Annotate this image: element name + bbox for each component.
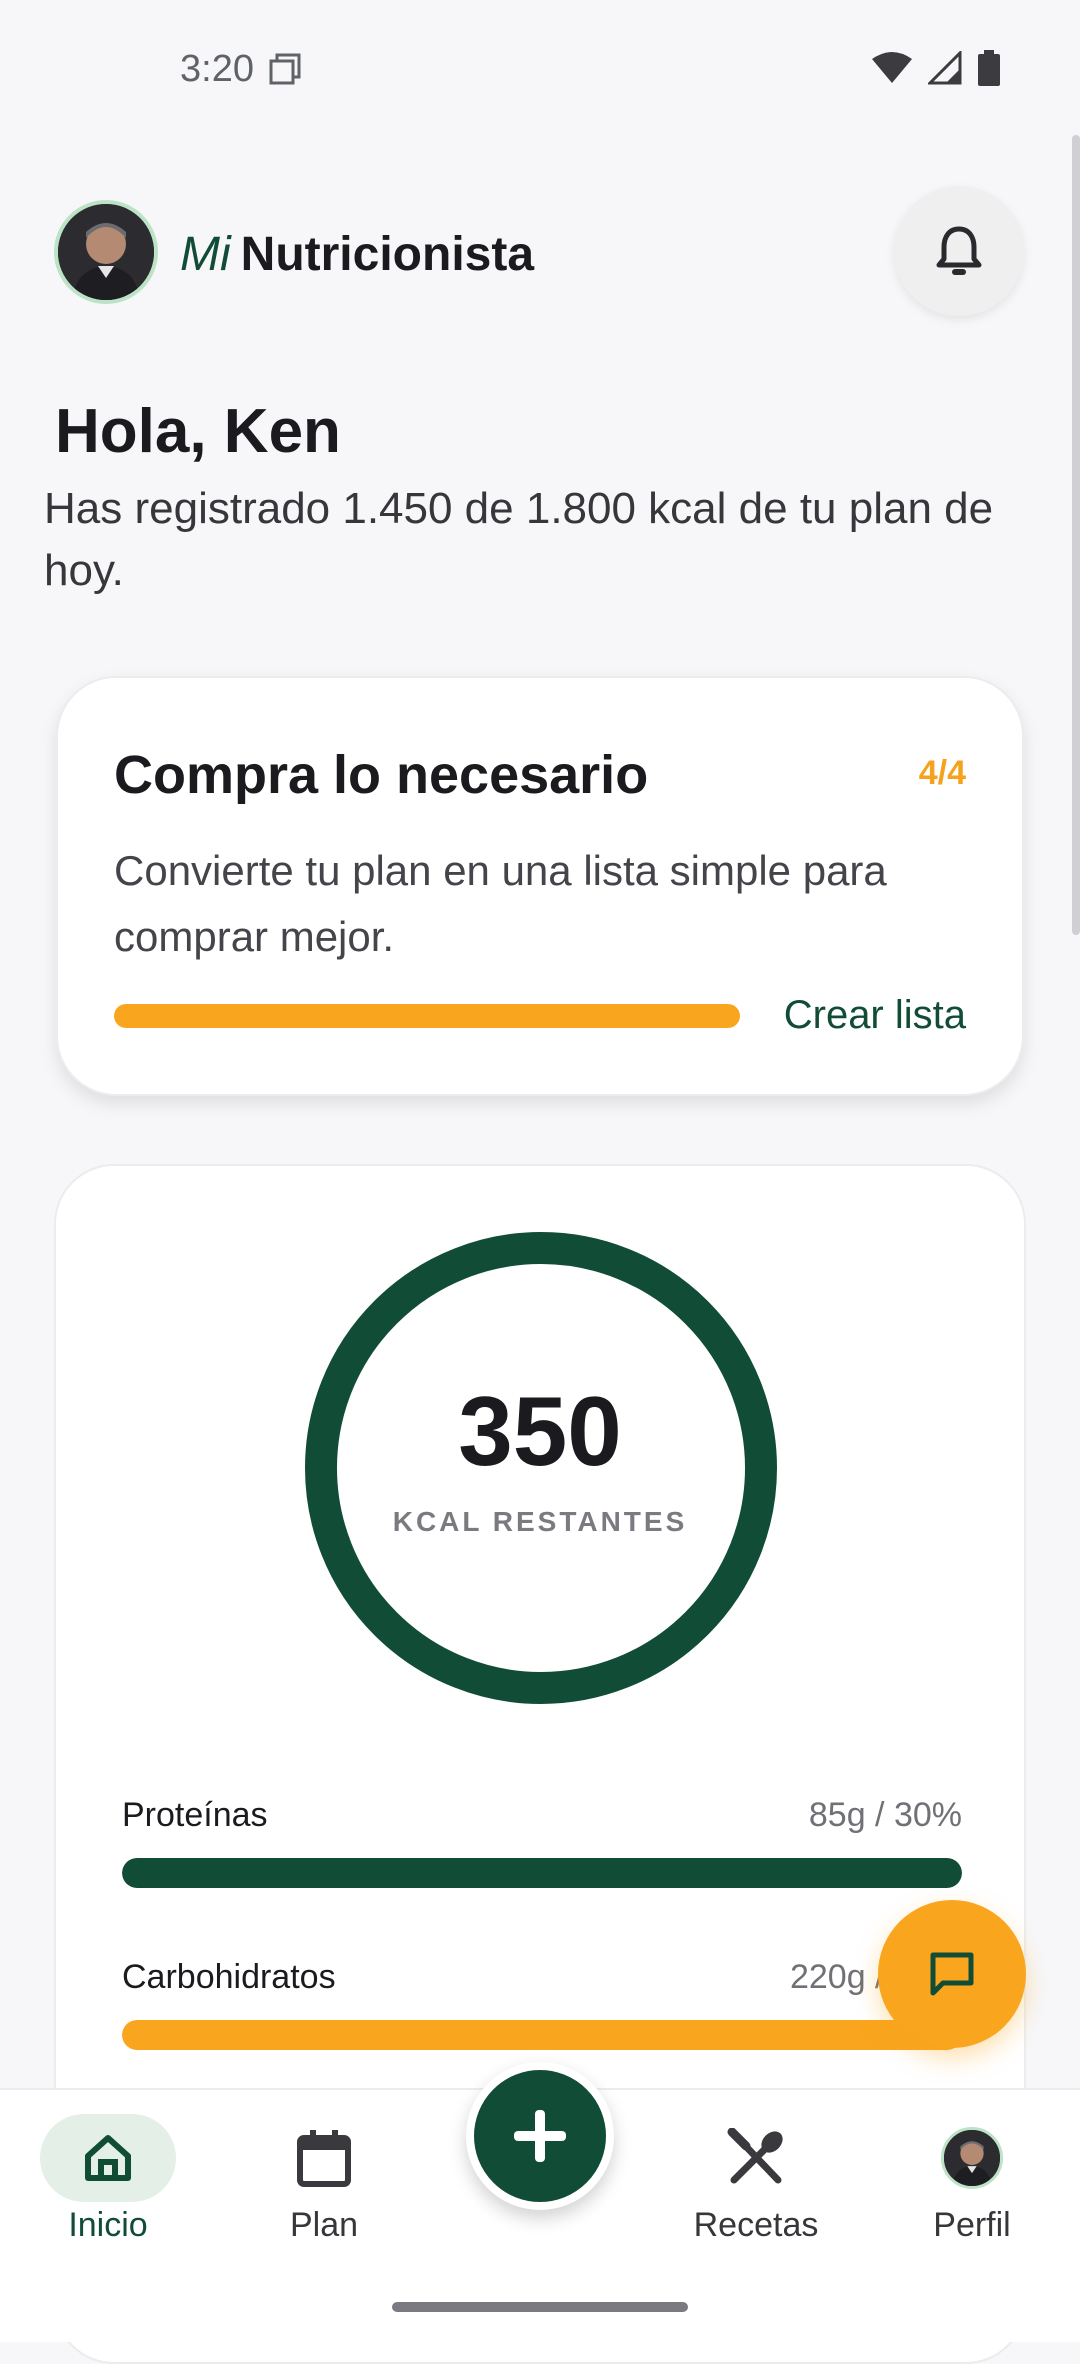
wifi-icon [872, 52, 912, 83]
daily-summary: Has registrado 1.450 de 1.800 kcal de tu… [44, 484, 994, 595]
macro-value: 85g / 30% [808, 1796, 962, 1834]
nav-label: Plan [289, 2206, 359, 2244]
avatar [941, 2127, 1003, 2189]
add-button[interactable] [466, 2062, 614, 2210]
brand-prefix: Mi [180, 228, 231, 281]
scroll-indicator[interactable] [1072, 135, 1080, 935]
status-time: 3:20 [180, 48, 254, 90]
macro-bar-fill [122, 1858, 962, 1888]
create-list-link[interactable]: Crear lista [784, 988, 966, 1042]
shopping-progress-bar [114, 1004, 740, 1028]
nav-active-indicator [40, 2114, 176, 2202]
calories-remaining-label: KCAL RESTANTES [392, 1506, 688, 1537]
shopping-card-step: 4/4 [918, 754, 966, 792]
nav-label: Perfil [933, 2206, 1011, 2244]
notifications-button[interactable] [894, 186, 1024, 316]
nav-item-perfil[interactable]: Perfil [864, 2090, 1080, 2245]
avatar-image [944, 2130, 1000, 2186]
signal-icon [928, 51, 962, 85]
screenshot-icon [269, 53, 301, 85]
nav-icon-container [256, 2114, 392, 2202]
status-icons [872, 50, 1000, 86]
greeting-title: Hola, Ken [55, 397, 341, 466]
home-icon [85, 2135, 131, 2181]
brand-title: Mi Nutricionista [180, 225, 534, 285]
nav-icon-container [688, 2114, 824, 2202]
shopping-card-description: Convierte tu plan en una lista simple pa… [114, 847, 887, 960]
shopping-card[interactable]: Compra lo necesario 4/4 Convierte tu pla… [56, 676, 1024, 1096]
avatar[interactable] [54, 200, 158, 304]
nav-item-inicio[interactable]: Inicio [0, 2090, 216, 2245]
shopping-progress-fill [114, 1004, 740, 1028]
utensils-icon [727, 2128, 783, 2184]
bell-icon [936, 226, 982, 275]
nav-label: Recetas [693, 2206, 819, 2244]
plus-icon [514, 2110, 566, 2162]
calories-remaining-value: 350 [458, 1376, 622, 1486]
macro-name: Proteínas [122, 1796, 268, 1834]
nav-icon-container [904, 2114, 1040, 2202]
macro-bar [122, 2020, 962, 2050]
nav-item-recetas[interactable]: Recetas [648, 2090, 864, 2245]
battery-icon [978, 50, 1000, 86]
macro-bar-fill [122, 2020, 962, 2050]
brand-name: Nutricionista [240, 228, 535, 281]
nav-label: Inicio [68, 2206, 148, 2244]
home-indicator[interactable] [392, 2302, 688, 2312]
chat-icon [930, 1952, 974, 1996]
calendar-icon [297, 2130, 351, 2187]
shopping-card-title: Compra lo necesario [114, 745, 649, 805]
avatar-image [58, 204, 154, 300]
chat-button[interactable] [878, 1900, 1026, 2048]
status-bar: 3:20 [0, 0, 1080, 140]
macro-name: Carbohidratos [122, 1958, 336, 1996]
macro-bar [122, 1858, 962, 1888]
nav-item-plan[interactable]: Plan [216, 2090, 432, 2245]
